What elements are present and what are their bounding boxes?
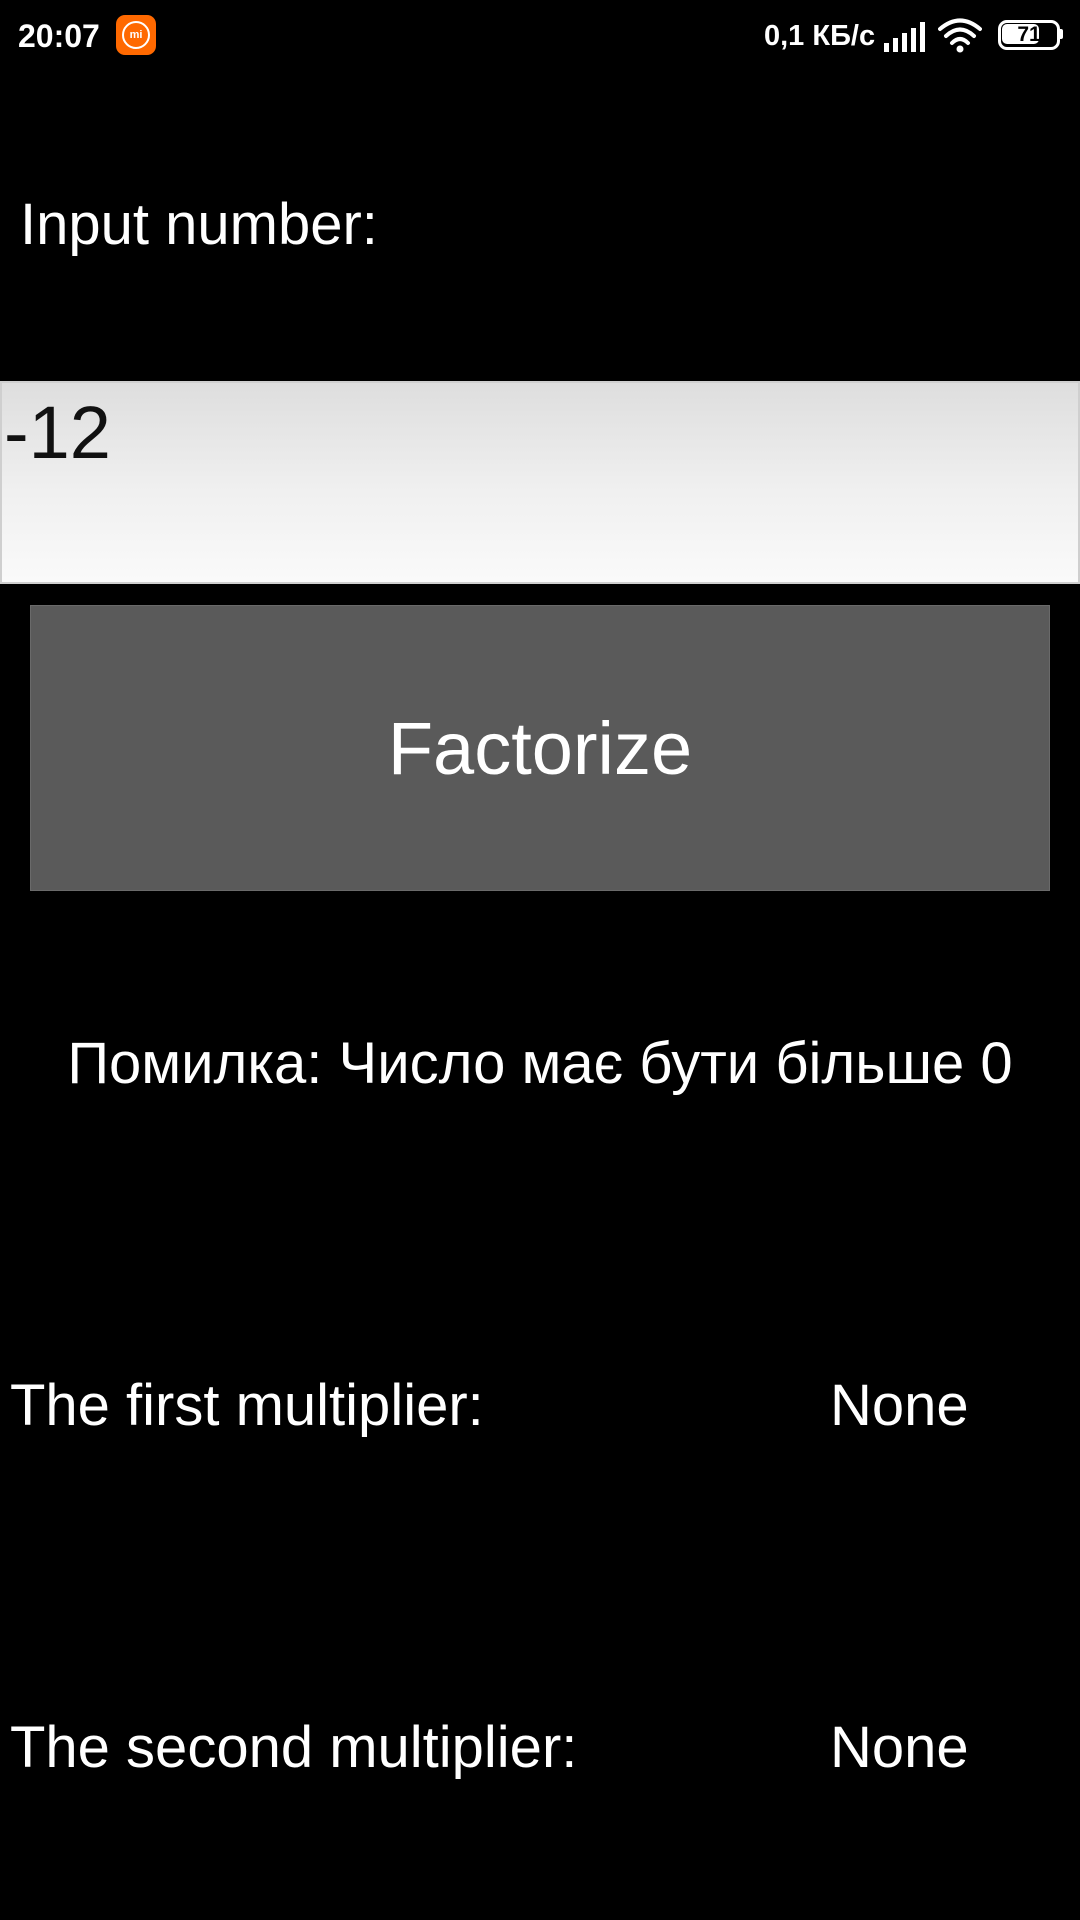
input-number-label: Input number: bbox=[20, 192, 378, 257]
first-multiplier-label: The first multiplier: bbox=[10, 1373, 484, 1438]
battery-level: 71 bbox=[1017, 23, 1041, 46]
status-time: 20:07 bbox=[18, 18, 100, 54]
battery-indicator: 71 bbox=[998, 20, 1063, 50]
second-multiplier-row: The second multiplier: None bbox=[0, 1710, 1080, 1790]
second-multiplier-value: None bbox=[830, 1715, 969, 1780]
battery-tip bbox=[1060, 29, 1063, 39]
mi-app-icon: mi bbox=[116, 15, 156, 55]
first-multiplier-value: None bbox=[830, 1373, 969, 1438]
network-speed: 0,1 КБ/с bbox=[764, 20, 876, 52]
second-multiplier-label: The second multiplier: bbox=[10, 1715, 578, 1780]
mi-icon-label: mi bbox=[129, 29, 143, 41]
number-input[interactable] bbox=[0, 381, 1080, 584]
first-multiplier-row: The first multiplier: None bbox=[0, 1368, 1080, 1448]
status-bar: 20:07 mi 0,1 КБ/с 71 bbox=[0, 0, 1080, 72]
factorize-button[interactable]: Factorize bbox=[30, 605, 1050, 891]
wifi-icon bbox=[938, 18, 982, 53]
signal-bars-icon bbox=[884, 22, 925, 52]
error-message: Помилка: Число має бути більше 0 bbox=[67, 1031, 1013, 1096]
